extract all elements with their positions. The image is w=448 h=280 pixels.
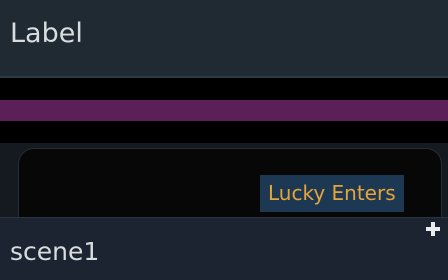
spacer-top: [0, 78, 448, 100]
highlight-bar: [0, 100, 448, 121]
app-window: Label scene1 Lucky Enters: [0, 0, 448, 280]
label-title: Label: [10, 18, 83, 49]
plus-icon[interactable]: [424, 220, 442, 238]
tooltip-lucky-enters: Lucky Enters: [260, 175, 404, 212]
plus-icon-glyph: [426, 222, 440, 236]
spacer-bottom: [0, 121, 448, 143]
scene-name: scene1: [10, 237, 100, 266]
label-header: Label: [0, 0, 448, 78]
